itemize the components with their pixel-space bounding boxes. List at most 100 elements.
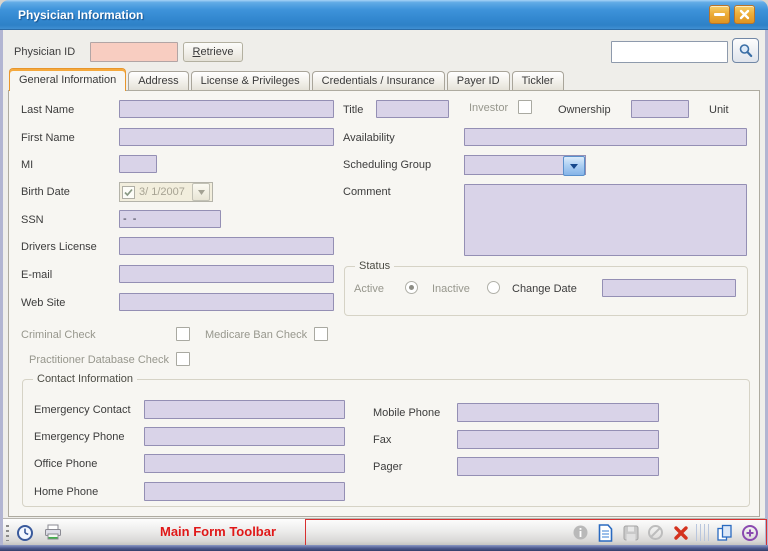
ownership-label: Ownership — [558, 104, 611, 116]
delete-button[interactable] — [671, 523, 690, 542]
titlebar[interactable]: Physician Information — [0, 0, 768, 30]
minimize-icon — [714, 13, 725, 16]
search-input[interactable] — [611, 41, 728, 63]
save-button[interactable] — [621, 523, 640, 542]
scheduling-group-select[interactable] — [464, 155, 586, 175]
titlebar-buttons — [709, 5, 755, 24]
print-icon — [44, 524, 62, 541]
delete-x-icon — [673, 525, 689, 541]
first-name-label: First Name — [21, 132, 75, 144]
copy-button[interactable] — [715, 523, 734, 542]
scheduling-group-dropdown-button[interactable] — [563, 156, 585, 176]
drivers-license-input[interactable] — [119, 237, 334, 255]
change-date-label: Change Date — [512, 283, 577, 295]
office-phone-input[interactable] — [144, 454, 345, 473]
birth-date-picker[interactable]: 3/ 1/2007 — [119, 182, 213, 202]
check-icon — [124, 188, 133, 197]
mi-label: MI — [21, 159, 33, 171]
new-document-icon — [598, 524, 613, 542]
add-button[interactable] — [740, 523, 759, 542]
home-phone-input[interactable] — [144, 482, 345, 501]
pager-input[interactable] — [457, 457, 659, 476]
toolbar-grip[interactable] — [6, 525, 9, 541]
web-site-input[interactable] — [119, 293, 334, 311]
info-icon — [572, 524, 589, 541]
tab-tickler[interactable]: Tickler — [512, 71, 564, 90]
active-label: Active — [354, 283, 384, 295]
copy-icon — [716, 524, 734, 542]
contact-information-legend: Contact Information — [33, 373, 137, 385]
mobile-phone-input[interactable] — [457, 403, 659, 422]
physician-id-label: Physician ID — [14, 46, 75, 58]
emergency-contact-label: Emergency Contact — [34, 404, 131, 416]
practitioner-database-check-label: Practitioner Database Check — [29, 354, 169, 366]
drivers-license-label: Drivers License — [21, 241, 97, 253]
birth-date-checkbox[interactable] — [122, 186, 135, 199]
main-form-toolbar: Main Form Toolbar — [3, 518, 765, 545]
emergency-phone-label: Emergency Phone — [34, 431, 125, 443]
birth-date-dropdown-button[interactable] — [192, 183, 210, 201]
contact-information-group: Contact Information Emergency Contact Em… — [22, 379, 750, 507]
close-button[interactable] — [734, 5, 755, 24]
ssn-input[interactable] — [119, 210, 221, 228]
print-button[interactable] — [42, 522, 64, 543]
status-group: Status Active Inactive Change Date — [344, 266, 748, 316]
info-button[interactable] — [571, 523, 590, 542]
physician-id-input[interactable] — [90, 42, 178, 62]
mi-input[interactable] — [119, 155, 157, 173]
fax-input[interactable] — [457, 430, 659, 449]
tab-license-privileges[interactable]: License & Privileges — [191, 71, 310, 90]
email-input[interactable] — [119, 265, 334, 283]
emergency-phone-input[interactable] — [144, 427, 345, 446]
tab-general-information[interactable]: General Information — [9, 68, 126, 91]
fax-label: Fax — [373, 434, 391, 446]
chevron-down-icon — [570, 164, 578, 169]
investor-label: Investor — [469, 102, 508, 114]
clock-button[interactable] — [14, 522, 36, 543]
criminal-check-checkbox[interactable] — [176, 327, 190, 341]
window-bottom-border — [0, 545, 768, 551]
birth-date-value: 3/ 1/2007 — [139, 186, 192, 198]
search-icon — [738, 43, 754, 59]
retrieve-button[interactable]: Retrieve — [183, 42, 243, 62]
investor-checkbox[interactable] — [518, 100, 532, 114]
last-name-label: Last Name — [21, 104, 74, 116]
tab-address[interactable]: Address — [128, 71, 188, 90]
active-radio[interactable] — [405, 281, 418, 294]
ssn-label: SSN — [21, 214, 44, 226]
close-icon — [739, 9, 750, 20]
title-input[interactable] — [376, 100, 449, 118]
practitioner-database-check-checkbox[interactable] — [176, 352, 190, 366]
tab-payer-id[interactable]: Payer ID — [447, 71, 510, 90]
first-name-input[interactable] — [119, 128, 334, 146]
title-label: Title — [343, 104, 363, 116]
pager-label: Pager — [373, 461, 402, 473]
cancel-button[interactable] — [646, 523, 665, 542]
availability-input[interactable] — [464, 128, 747, 146]
unit-label: Unit — [709, 104, 729, 116]
new-document-button[interactable] — [596, 523, 615, 542]
office-phone-label: Office Phone — [34, 458, 97, 470]
add-circle-icon — [741, 524, 759, 542]
medicare-ban-check-checkbox[interactable] — [314, 327, 328, 341]
change-date-input[interactable] — [602, 279, 736, 297]
mobile-phone-label: Mobile Phone — [373, 407, 440, 419]
email-label: E-mail — [21, 269, 52, 281]
ownership-input[interactable] — [631, 100, 689, 118]
inactive-label: Inactive — [432, 283, 470, 295]
medicare-ban-check-label: Medicare Ban Check — [205, 329, 307, 341]
tab-strip: General Information Address License & Pr… — [9, 68, 564, 91]
save-icon — [623, 525, 639, 541]
comment-textarea[interactable] — [464, 184, 747, 256]
tab-credentials-insurance[interactable]: Credentials / Insurance — [312, 71, 445, 90]
last-name-input[interactable] — [119, 100, 334, 118]
minimize-button[interactable] — [709, 5, 730, 24]
comment-label: Comment — [343, 186, 391, 198]
search-button[interactable] — [732, 38, 759, 63]
status-legend: Status — [355, 260, 394, 272]
toolbar-icon-group — [571, 522, 759, 543]
inactive-radio[interactable] — [487, 281, 500, 294]
emergency-contact-input[interactable] — [144, 400, 345, 419]
birth-date-label: Birth Date — [21, 186, 70, 198]
scheduling-group-value — [465, 156, 563, 174]
